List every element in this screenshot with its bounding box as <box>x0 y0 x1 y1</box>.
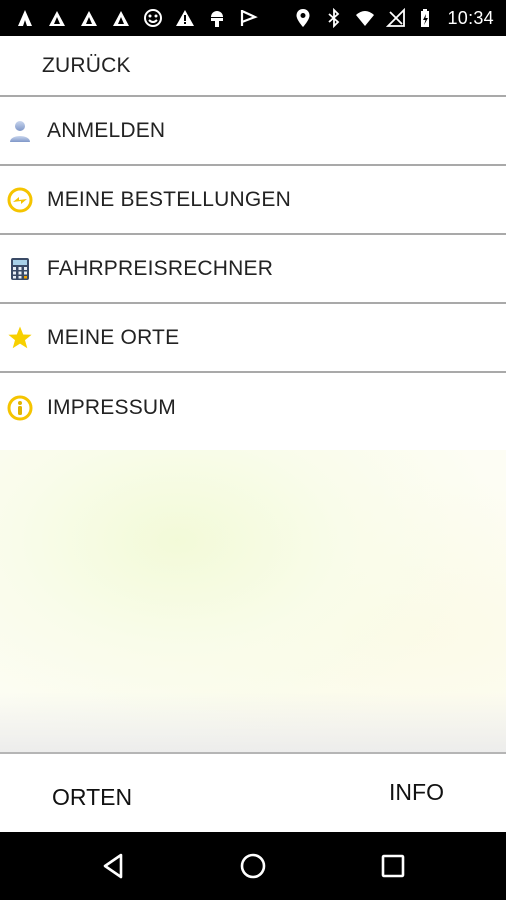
info-icon <box>7 395 33 421</box>
tent-icon <box>110 7 132 29</box>
recents-icon[interactable] <box>376 849 410 883</box>
menu-item-label: MEINE ORTE <box>47 325 180 349</box>
flag-icon <box>238 7 260 29</box>
orders-icon <box>7 187 33 213</box>
android-icon <box>206 7 228 29</box>
home-icon[interactable] <box>236 849 270 883</box>
tent-icon <box>78 7 100 29</box>
menu-item-fahrpreisrechner[interactable]: FAHRPREISRECHNER <box>0 235 506 304</box>
info-button[interactable]: INFO <box>389 779 444 806</box>
user-icon <box>7 118 33 144</box>
calculator-icon <box>7 256 33 282</box>
status-bar: 10:34 <box>0 0 506 36</box>
navigation-bar <box>0 832 506 900</box>
menu-item-label: FAHRPREISRECHNER <box>47 256 274 280</box>
warning-icon <box>174 7 196 29</box>
menu-item-meine-bestellungen[interactable]: MEINE BESTELLUNGEN <box>0 166 506 235</box>
face-icon <box>142 7 164 29</box>
status-time: 10:34 <box>447 7 494 28</box>
bottom-action-bar: ORTEN INFO <box>0 752 506 832</box>
menu-item-label: IMPRESSUM <box>47 395 176 419</box>
menu-item-label: ANMELDEN <box>47 118 166 142</box>
back-menu-item[interactable]: ZURÜCK <box>0 36 506 97</box>
battery-icon <box>416 7 438 29</box>
wifi-icon <box>354 7 376 29</box>
menu-item-label: MEINE BESTELLUNGEN <box>47 187 291 211</box>
no-signal-icon <box>385 7 407 29</box>
menu-item-meine-orte[interactable]: MEINE ORTE <box>0 304 506 373</box>
app-screen: ZURÜCK ANMELDEN MEINE BESTELLUNGEN FAHRP… <box>0 36 506 832</box>
orten-button[interactable]: ORTEN <box>52 784 132 811</box>
star-icon <box>7 325 33 351</box>
tent-icon <box>46 7 68 29</box>
tent-icon <box>14 7 36 29</box>
notification-icons <box>0 0 260 36</box>
bluetooth-icon <box>323 7 345 29</box>
back-label: ZURÜCK <box>42 53 131 77</box>
location-icon <box>292 7 314 29</box>
system-icons: 10:34 <box>292 0 506 36</box>
menu-item-anmelden[interactable]: ANMELDEN <box>0 97 506 166</box>
back-icon[interactable] <box>97 849 131 883</box>
menu-item-impressum[interactable]: IMPRESSUM <box>0 373 506 442</box>
empty-content-area <box>0 450 506 752</box>
